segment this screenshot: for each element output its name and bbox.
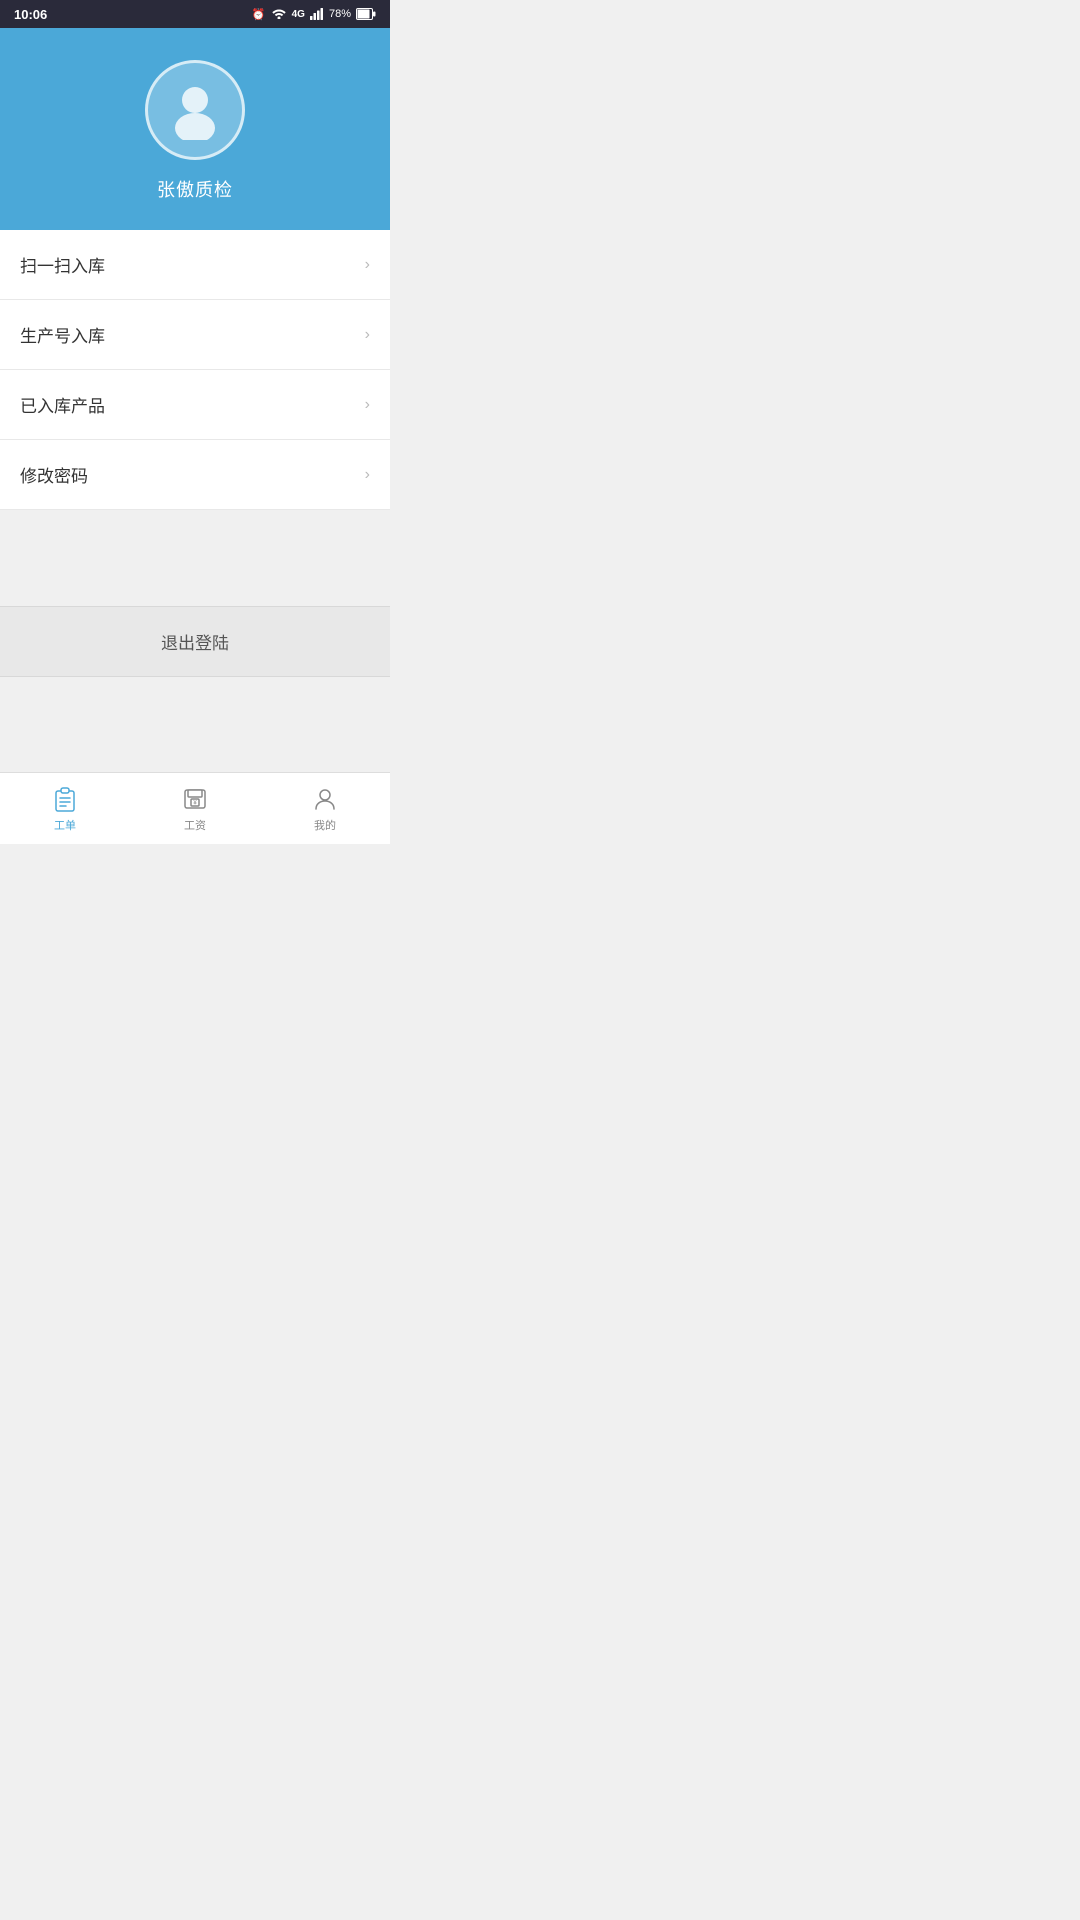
nav-label-workorder: 工单 <box>54 817 76 833</box>
cell-signal-icon <box>310 8 324 20</box>
menu-label-production-in: 生产号入库 <box>20 322 105 347</box>
avatar-icon <box>165 80 225 140</box>
status-time: 10:06 <box>14 7 47 22</box>
chevron-icon-warehoused: › <box>365 396 370 414</box>
content-spacer <box>0 510 390 606</box>
nav-item-salary[interactable]: ¥ 工资 <box>130 773 260 844</box>
chevron-icon-change-password: › <box>365 466 370 484</box>
menu-label-warehoused: 已入库产品 <box>20 392 105 417</box>
alarm-icon: ⏰ <box>252 8 266 21</box>
status-icons: ⏰ 4G 78% <box>252 7 376 22</box>
battery-percentage: 78% <box>329 8 351 20</box>
nav-item-workorder[interactable]: 工单 <box>0 773 130 844</box>
menu-item-scan-in[interactable]: 扫一扫入库 › <box>0 230 390 300</box>
profile-header: 张傲质检 <box>0 28 390 230</box>
salary-icon: ¥ <box>181 785 209 813</box>
logout-button[interactable]: 退出登陆 <box>0 606 390 677</box>
nav-label-mine: 我的 <box>314 817 336 833</box>
logout-section: 退出登陆 <box>0 606 390 677</box>
mine-icon <box>311 785 339 813</box>
status-bar: 10:06 ⏰ 4G 78% <box>0 0 390 28</box>
nav-item-mine[interactable]: 我的 <box>260 773 390 844</box>
signal-icon: 4G <box>292 9 305 20</box>
battery-icon <box>356 8 376 20</box>
menu-item-production-in[interactable]: 生产号入库 › <box>0 300 390 370</box>
nav-label-salary: 工资 <box>184 817 206 833</box>
bottom-nav: 工单 ¥ 工资 我的 <box>0 772 390 844</box>
profile-name: 张傲质检 <box>157 176 233 202</box>
menu-item-warehoused[interactable]: 已入库产品 › <box>0 370 390 440</box>
chevron-icon-scan-in: › <box>365 256 370 274</box>
chevron-icon-production-in: › <box>365 326 370 344</box>
menu-label-change-password: 修改密码 <box>20 462 88 487</box>
avatar <box>145 60 245 160</box>
menu-list: 扫一扫入库 › 生产号入库 › 已入库产品 › 修改密码 › <box>0 230 390 510</box>
bottom-spacer <box>0 677 390 773</box>
wifi-icon <box>271 7 287 22</box>
menu-item-change-password[interactable]: 修改密码 › <box>0 440 390 510</box>
workorder-icon <box>51 785 79 813</box>
logout-label: 退出登陆 <box>161 629 229 654</box>
menu-label-scan-in: 扫一扫入库 <box>20 252 105 277</box>
